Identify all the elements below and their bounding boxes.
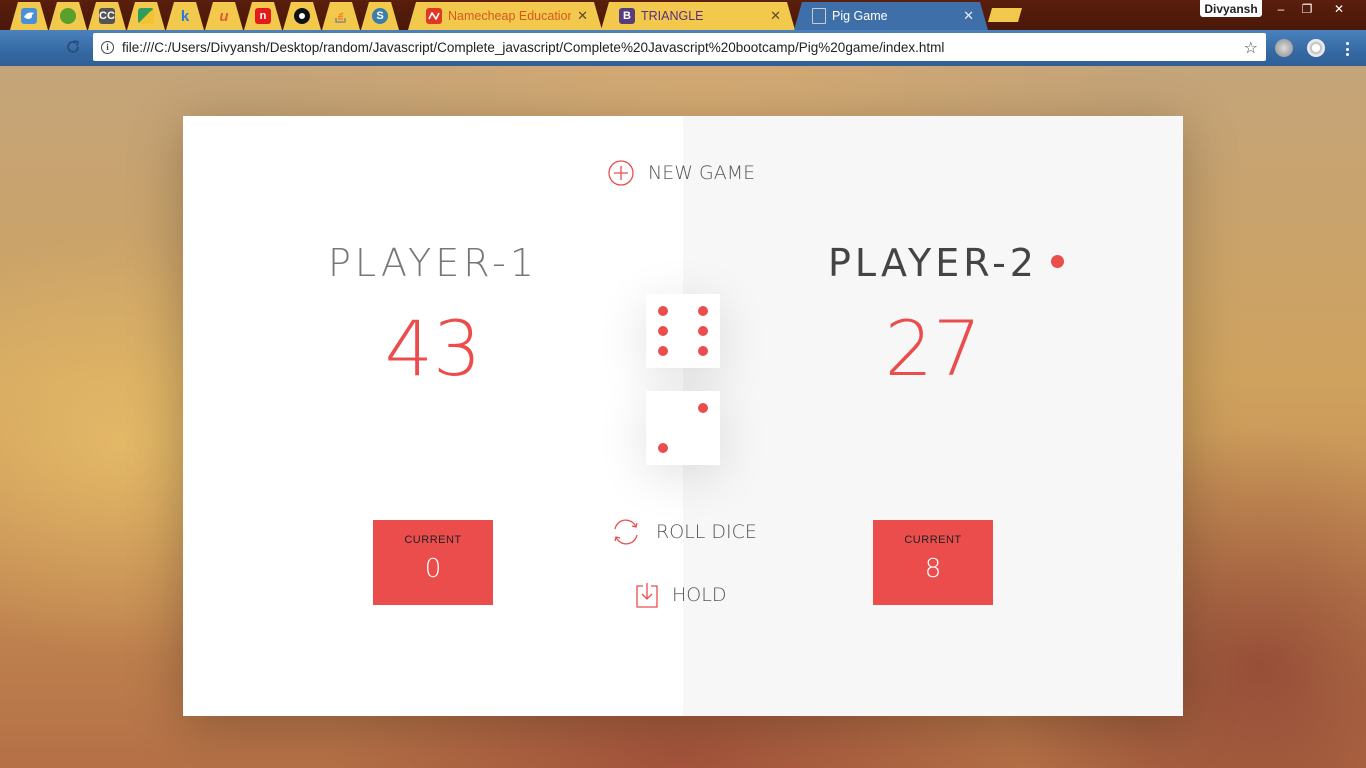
dice-pip [658, 326, 668, 336]
roll-dice-label: ROLL DICE [656, 521, 757, 543]
hold-button[interactable]: HOLD [636, 582, 726, 608]
tab-pinned-4[interactable] [127, 2, 165, 30]
player-1-name-text: PLAYER-1 [328, 241, 538, 285]
game-panel: NEW GAME PLAYER-1 43 CURRENT 0 PLAYER-2 … [183, 116, 1183, 716]
page-background: NEW GAME PLAYER-1 43 CURRENT 0 PLAYER-2 … [0, 66, 1366, 768]
bird-icon [21, 8, 37, 24]
s-icon: S [372, 8, 388, 24]
menu-icon[interactable] [1346, 42, 1350, 56]
player-2-current-box: CURRENT 8 [873, 520, 993, 605]
tab-pinned-6[interactable]: u [205, 2, 243, 30]
player-2-name-text: PLAYER-2 [828, 241, 1038, 285]
restore-button[interactable]: ❐ [1294, 0, 1320, 18]
tab-strip: CC k u n S Namecheap Education P ✕ B TRI… [0, 0, 1366, 30]
dice-2 [646, 391, 720, 465]
tab-pinned-1[interactable] [10, 2, 48, 30]
player-2-score: 27 [884, 304, 982, 393]
dice-pip [698, 326, 708, 336]
tab-namecheap[interactable]: Namecheap Education P ✕ [408, 2, 602, 30]
drive-icon [138, 8, 154, 24]
hold-label: HOLD [672, 584, 727, 606]
info-icon[interactable]: i [101, 40, 114, 54]
new-game-button[interactable]: NEW GAME [608, 160, 755, 186]
player-2-panel [683, 116, 1183, 716]
close-window-button[interactable]: ✕ [1326, 0, 1352, 18]
new-game-label: NEW GAME [648, 162, 756, 184]
github-icon [294, 8, 310, 24]
player-2-current-label: CURRENT [904, 534, 962, 546]
active-player-indicator [1051, 255, 1064, 268]
tab-triangle[interactable]: B TRIANGLE ✕ [601, 2, 795, 30]
dice-pip [698, 346, 708, 356]
n-icon: n [255, 8, 271, 24]
browser-toolbar: i file:///C:/Users/Divyansh/Desktop/rand… [0, 30, 1366, 66]
plus-circle-icon [608, 160, 634, 186]
player-1-name: PLAYER-1 [183, 241, 683, 285]
close-icon[interactable]: ✕ [770, 8, 781, 24]
cc-icon: CC [99, 10, 115, 22]
star-icon[interactable]: ☆ [1244, 38, 1258, 57]
namecheap-icon [426, 8, 442, 24]
roll-dice-button[interactable]: ROLL DICE [610, 517, 757, 547]
tab-pinned-10[interactable]: S [361, 2, 399, 30]
extension-icon[interactable] [1307, 39, 1325, 57]
tab-title: TRIANGLE [641, 9, 704, 23]
player-1-current-box: CURRENT 0 [373, 520, 493, 605]
tab-title: Namecheap Education P [448, 9, 572, 23]
tab-pinned-3[interactable]: CC [88, 2, 126, 30]
dice-pip [658, 306, 668, 316]
page-icon [812, 8, 826, 24]
tab-pinned-7[interactable]: n [244, 2, 282, 30]
refresh-icon [614, 519, 638, 545]
tab-title: Pig Game [832, 9, 888, 23]
close-icon[interactable]: ✕ [577, 8, 588, 24]
dice-pip [698, 403, 708, 413]
extension-icon[interactable] [1275, 39, 1293, 57]
tab-pig-game[interactable]: Pig Game ✕ [794, 2, 988, 30]
tab-pinned-8[interactable] [283, 2, 321, 30]
dice-pip [658, 443, 668, 453]
tab-pinned-9[interactable] [322, 2, 360, 30]
profile-button[interactable]: Divyansh [1200, 0, 1262, 17]
url-text[interactable]: file:///C:/Users/Divyansh/Desktop/random… [122, 40, 1244, 55]
address-bar[interactable]: i file:///C:/Users/Divyansh/Desktop/rand… [93, 33, 1266, 61]
player-2-name: PLAYER-2 [683, 241, 1183, 285]
dice-pip [698, 306, 708, 316]
dice-pip [658, 346, 668, 356]
player-1-score: 43 [384, 304, 482, 393]
player-1-current-score: 0 [424, 554, 442, 584]
u-icon: u [219, 7, 229, 25]
tab-pinned-5[interactable]: k [166, 2, 204, 30]
cube-icon [60, 8, 76, 24]
dice-1 [646, 294, 720, 368]
tab-pinned-2[interactable] [49, 2, 87, 30]
player-1-current-label: CURRENT [404, 534, 462, 546]
stackoverflow-icon [333, 8, 349, 24]
minimize-button[interactable]: – [1268, 0, 1294, 18]
close-icon[interactable]: ✕ [963, 8, 974, 24]
new-tab-button[interactable] [988, 8, 1022, 22]
download-icon [636, 583, 658, 608]
player-2-current-score: 8 [924, 554, 942, 584]
k-icon: k [180, 7, 190, 25]
reload-icon[interactable] [64, 38, 82, 56]
bootstrap-icon: B [619, 8, 635, 24]
